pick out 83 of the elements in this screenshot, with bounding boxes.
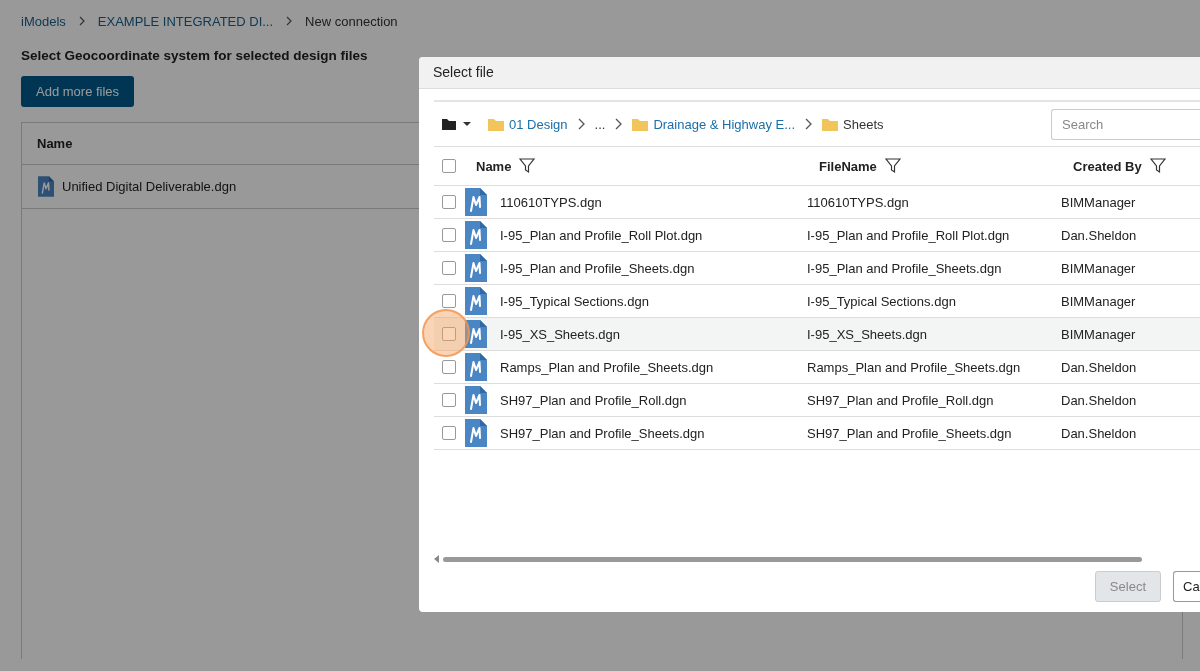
table-cell-text: Dan.Sheldon	[1061, 227, 1138, 243]
table-row[interactable]: I-95_XS_Sheets.dgn I-95_XS_Sheets.dgn BIMManager	[434, 318, 1200, 351]
breadcrumb-current: New connection	[305, 13, 398, 29]
chevron-icon	[285, 16, 294, 26]
scroll-arrow-icon	[434, 555, 439, 563]
checkbox[interactable]	[442, 228, 456, 242]
table-cell-text: Dan.Sheldon	[1061, 425, 1138, 441]
table-cell-text: BIMManager	[1061, 326, 1137, 342]
table-cell-text: SH97_Plan and Profile_Roll.dgn	[807, 392, 995, 408]
checkbox[interactable]	[442, 327, 456, 341]
path-link[interactable]: Drainage & Highway E...	[653, 116, 795, 132]
folder-icon	[442, 118, 456, 130]
table-cell-text: Dan.Sheldon	[1061, 392, 1138, 408]
caret-icon	[463, 122, 471, 126]
document-icon	[465, 419, 487, 447]
table-cell-text: Dan.Sheldon	[1061, 359, 1138, 375]
chevron-icon	[77, 16, 86, 26]
breadcrumb-link[interactable]: EXAMPLE INTEGRATED DI...	[97, 13, 274, 29]
breadcrumb-link[interactable]: iModels	[21, 13, 66, 29]
path-link[interactable]: 01 Design	[509, 116, 568, 132]
document-icon	[465, 254, 487, 282]
table-row[interactable]: 110610TYPS.dgn 110610TYPS.dgn BIMManager	[434, 186, 1200, 219]
document-icon	[465, 353, 487, 381]
search-field[interactable]: Search	[1051, 108, 1200, 140]
table-cell-text: SH97_Plan and Profile_Sheets.dgn	[807, 425, 1013, 441]
table-cell-text: I-95_Typical Sections.dgn	[500, 293, 650, 309]
checkbox[interactable]	[442, 393, 456, 407]
table-row[interactable]: Ramps_Plan and Profile_Sheets.dgn Ramps_Plan and Profile_Sheets.dgn Dan.Sheldon	[434, 351, 1200, 384]
checkbox[interactable]	[442, 294, 456, 308]
column-header: Name	[37, 136, 73, 151]
scrollbar-thumb[interactable]	[443, 556, 1142, 562]
chevron-icon	[614, 118, 624, 130]
table-cell-text: 110610TYPS.dgn	[807, 194, 910, 210]
dialog-button[interactable]: Ca	[1173, 571, 1200, 602]
table-cell-text: I-95_Plan and Profile_Sheets.dgn	[807, 260, 1003, 276]
click-highlight	[422, 309, 470, 357]
table-cell-text: I-95_XS_Sheets.dgn	[807, 326, 928, 342]
table-cell-text: BIMManager	[1061, 293, 1137, 309]
table-cell-text: BIMManager	[1061, 260, 1137, 276]
document-icon	[465, 221, 487, 249]
chevron-icon	[576, 118, 586, 130]
path-item: Sheets	[843, 116, 884, 132]
table-cell-text: Ramps_Plan and Profile_Sheets.dgn	[807, 359, 1022, 375]
document-icon	[465, 386, 487, 414]
page-title: Select Geocoordinate system for selected design files	[21, 48, 369, 63]
column-header: FileName	[819, 158, 877, 174]
document-icon	[465, 287, 487, 315]
column-header: Created By	[1073, 158, 1142, 174]
table-cell-text: I-95_XS_Sheets.dgn	[500, 326, 621, 342]
table-cell-text: I-95_Plan and Profile_Sheets.dgn	[500, 260, 696, 276]
table-row[interactable]: SH97_Plan and Profile_Sheets.dgn SH97_Plan and Profile_Sheets.dgn Dan.Sheldon	[434, 417, 1200, 450]
document-icon	[465, 188, 487, 216]
table-cell-text: I-95_Typical Sections.dgn	[807, 293, 957, 309]
table-cell-text: SH97_Plan and Profile_Roll.dgn	[500, 392, 688, 408]
folder-icon	[488, 117, 504, 131]
filter-icon	[1149, 158, 1166, 174]
table-cell-text: I-95_Plan and Profile_Roll Plot.dgn	[500, 227, 704, 243]
filter-icon	[884, 158, 901, 174]
table-cell-text: BIMManager	[1061, 194, 1137, 210]
checkbox[interactable]	[442, 159, 456, 173]
checkbox[interactable]	[442, 261, 456, 275]
table-row[interactable]: SH97_Plan and Profile_Roll.dgn SH97_Plan and Profile_Roll.dgn Dan.Sheldon	[434, 384, 1200, 417]
dialog-title: Select file	[419, 57, 1200, 89]
document-icon	[38, 176, 54, 197]
table-cell-text: I-95_Plan and Profile_Roll Plot.dgn	[807, 227, 1011, 243]
folder-menu-button[interactable]	[442, 118, 471, 130]
checkbox[interactable]	[442, 426, 456, 440]
add-files-button[interactable]: Add more files	[21, 76, 135, 107]
column-header: Name	[476, 158, 512, 174]
table-cell-text: 110610TYPS.dgn	[500, 194, 603, 210]
chevron-icon	[804, 118, 813, 130]
checkbox[interactable]	[442, 195, 456, 209]
checkbox[interactable]	[442, 360, 456, 374]
folder-icon	[822, 117, 838, 131]
filter-icon	[519, 158, 536, 174]
table-row[interactable]: I-95_Plan and Profile_Roll Plot.dgn I-95_Plan and Profile_Roll Plot.dgn Dan.Sheldon	[434, 219, 1200, 252]
table-row[interactable]: I-95_Plan and Profile_Sheets.dgn I-95_Plan and Profile_Sheets.dgn BIMManager	[434, 252, 1200, 285]
path-item: ...	[594, 116, 606, 132]
document-icon	[465, 320, 487, 348]
table-cell-text: SH97_Plan and Profile_Sheets.dgn	[500, 425, 706, 441]
table-cell: Unified Digital Deliverable.dgn	[62, 179, 237, 194]
folder-icon	[632, 117, 649, 131]
table-cell-text: Ramps_Plan and Profile_Sheets.dgn	[500, 359, 715, 375]
